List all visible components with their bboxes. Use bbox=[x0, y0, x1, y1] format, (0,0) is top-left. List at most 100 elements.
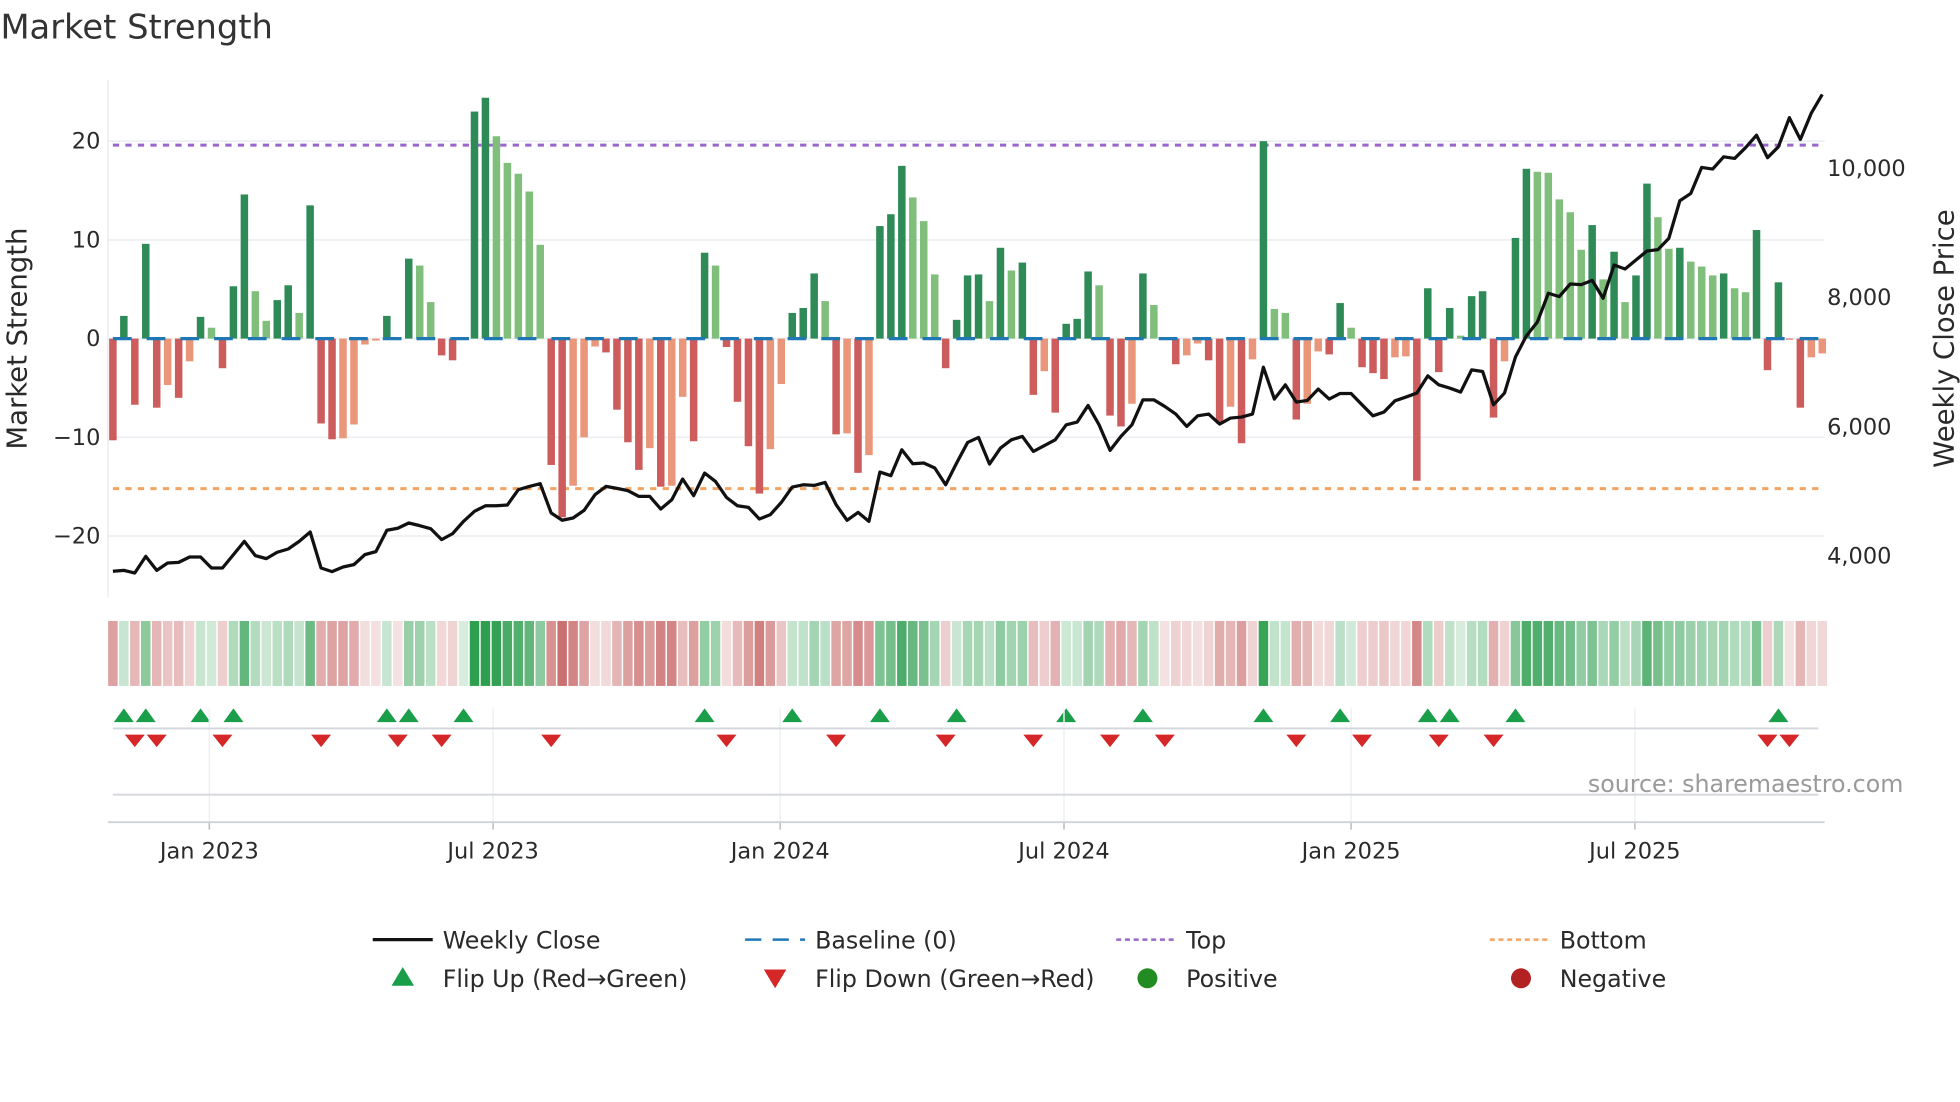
flip-down-marker bbox=[716, 734, 737, 748]
heatmap-cell bbox=[338, 620, 348, 686]
heatmap-cell bbox=[1192, 620, 1203, 686]
strength-bar bbox=[602, 338, 610, 353]
heatmap-cell bbox=[360, 620, 370, 686]
heatmap-cell bbox=[217, 620, 228, 686]
flip-down-marker bbox=[1483, 734, 1504, 748]
heatmap-cell bbox=[1039, 620, 1050, 686]
flip-down-marker bbox=[311, 734, 332, 748]
strength-bar bbox=[876, 226, 884, 339]
strength-bar bbox=[996, 247, 1005, 339]
strength-bar bbox=[1511, 237, 1520, 339]
flip-up-marker bbox=[694, 708, 715, 723]
strength-bar bbox=[1117, 338, 1125, 427]
strength-bar bbox=[1204, 338, 1213, 361]
heatmap-cell bbox=[371, 620, 381, 686]
y-tick-label: 0 bbox=[86, 326, 100, 352]
heatmap-cell bbox=[283, 620, 293, 686]
strength-bar bbox=[755, 338, 764, 494]
strength-bar bbox=[1763, 338, 1772, 371]
strength-bar bbox=[1139, 273, 1147, 339]
heatmap-cell bbox=[130, 620, 140, 686]
heatmap-cell bbox=[1072, 620, 1082, 686]
flip-down-marker bbox=[1154, 734, 1175, 748]
heatmap-cell bbox=[261, 620, 272, 686]
legend-item-flip-down: Flip Down (Green→Red) bbox=[763, 965, 1095, 993]
strength-bar bbox=[657, 338, 665, 487]
strength-bar bbox=[667, 338, 676, 486]
heatmap-cell bbox=[1784, 620, 1795, 686]
flip-up-marker bbox=[869, 708, 890, 723]
circle-icon bbox=[1511, 968, 1531, 989]
heatmap-cell bbox=[1181, 620, 1192, 686]
heatmap-cell bbox=[688, 620, 699, 686]
heatmap-cell bbox=[590, 620, 600, 686]
strength-bar bbox=[1818, 338, 1827, 354]
strength-bar bbox=[492, 136, 501, 339]
heatmap-cell bbox=[491, 620, 502, 686]
strength-bar bbox=[1051, 338, 1059, 413]
strength-bar bbox=[1741, 292, 1750, 339]
heatmap-cell bbox=[1149, 620, 1159, 686]
flip-down-marker bbox=[431, 734, 452, 748]
heatmap-cell bbox=[1171, 620, 1181, 686]
strength-bar bbox=[1281, 312, 1290, 339]
strength-bar bbox=[1062, 323, 1070, 339]
strength-bar bbox=[262, 320, 271, 339]
flip-down-marker bbox=[1779, 734, 1800, 748]
strength-bar bbox=[1182, 338, 1191, 356]
strength-bar bbox=[1347, 327, 1355, 339]
heatmap-cell bbox=[1696, 620, 1707, 686]
strength-bar bbox=[481, 97, 490, 339]
heatmap-cell bbox=[1521, 620, 1532, 686]
heatmap-cell bbox=[864, 620, 874, 686]
strength-bar bbox=[383, 315, 391, 339]
strength-bar bbox=[843, 338, 851, 434]
chart-title: Market Strength bbox=[0, 8, 272, 47]
heatmap-cell bbox=[1258, 620, 1269, 686]
strength-bar bbox=[1555, 199, 1564, 339]
strength-bar bbox=[470, 111, 479, 339]
heatmap-cell bbox=[710, 620, 721, 686]
strength-bar bbox=[1106, 338, 1114, 416]
strength-bar bbox=[1018, 262, 1027, 339]
strength-bar bbox=[1730, 288, 1739, 339]
triangle-up-icon bbox=[391, 967, 415, 986]
strength-bar bbox=[404, 258, 413, 339]
heatmap-cell bbox=[1324, 620, 1334, 686]
legend-label: Flip Down (Green→Red) bbox=[815, 965, 1094, 993]
legend-label: Weekly Close bbox=[443, 926, 601, 954]
flip-up-marker bbox=[223, 708, 244, 723]
heatmap-cell bbox=[1620, 620, 1630, 686]
heatmap-cell bbox=[1532, 620, 1543, 686]
strength-bar bbox=[1380, 338, 1388, 380]
heatmap-cell bbox=[809, 620, 819, 686]
heatmap-cell bbox=[557, 620, 567, 686]
strength-bar bbox=[898, 165, 906, 339]
heatmap-cell bbox=[1653, 620, 1663, 686]
heatmap-cell bbox=[1160, 620, 1170, 686]
triangle-down-icon bbox=[763, 969, 787, 989]
legend-label: Negative bbox=[1560, 965, 1666, 993]
strength-bar bbox=[854, 338, 862, 473]
strength-bar bbox=[1402, 338, 1410, 357]
heatmap-cell bbox=[754, 620, 765, 686]
strength-bar bbox=[1270, 308, 1279, 339]
heatmap-cell bbox=[393, 620, 403, 686]
heatmap-cell bbox=[1357, 620, 1367, 686]
heatmap-cell bbox=[1609, 620, 1619, 686]
x-tick-label: Jan 2024 bbox=[729, 838, 830, 864]
strength-bar bbox=[1325, 338, 1333, 355]
heatmap-cell bbox=[699, 620, 710, 686]
heatmap-cell bbox=[1686, 620, 1696, 686]
flip-up-marker bbox=[1439, 708, 1460, 723]
heatmap-cell bbox=[524, 620, 535, 686]
heatmap-cell bbox=[1434, 620, 1444, 686]
heatmap-cell bbox=[973, 620, 984, 686]
heatmap-cell bbox=[1466, 620, 1477, 686]
strength-bar bbox=[788, 312, 797, 339]
strength-bar bbox=[1292, 338, 1301, 420]
strength-bar bbox=[448, 338, 457, 361]
strength-bar bbox=[131, 338, 139, 405]
heatmap-cell bbox=[1729, 620, 1740, 686]
heatmap-cell bbox=[184, 620, 195, 686]
